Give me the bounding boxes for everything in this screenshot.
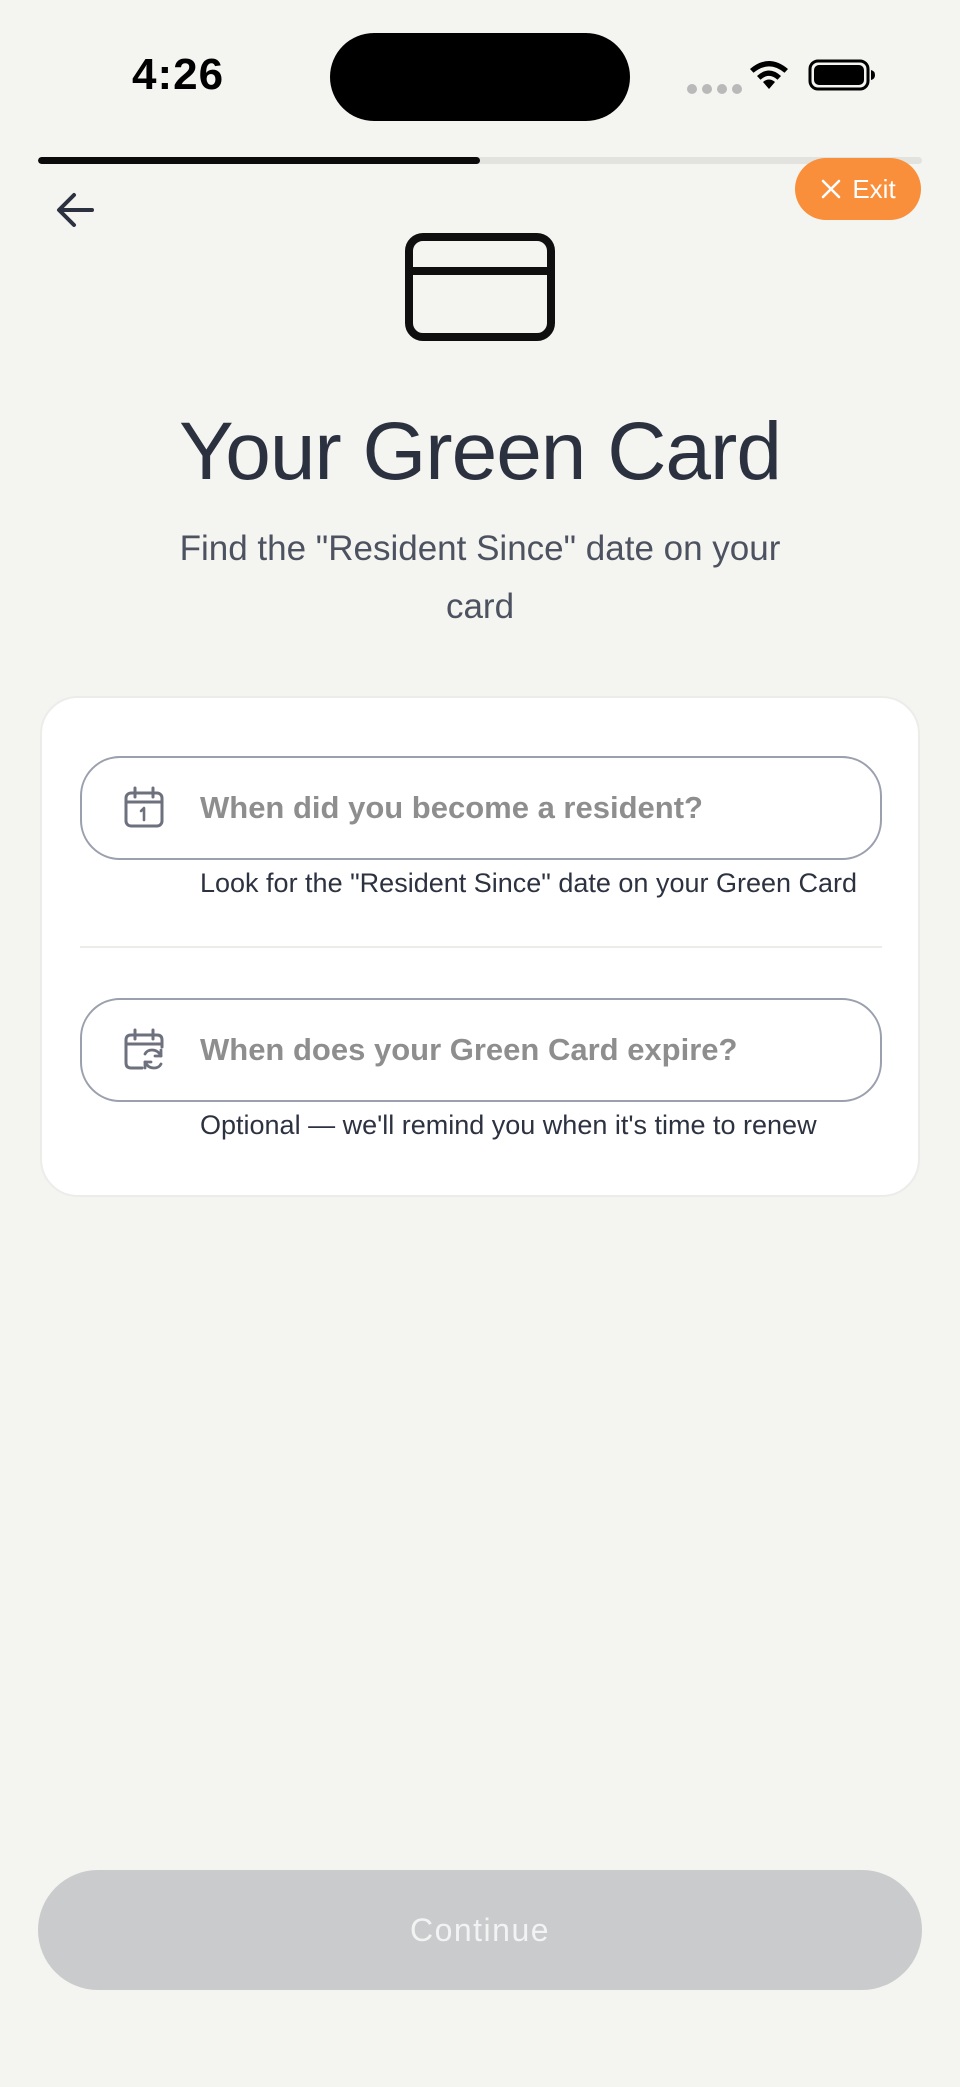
resident-since-placeholder: When did you become a resident? (200, 790, 703, 825)
close-icon (822, 179, 841, 199)
green-card-screen: 4:26 Exit Your Green Card Find the "Resi… (0, 0, 960, 2087)
exit-label: Exit (852, 173, 896, 204)
back-button[interactable] (52, 186, 100, 234)
expiration-date-field[interactable]: When does your Green Card expire? (80, 998, 882, 1102)
dynamic-island (330, 33, 630, 121)
page-title: Your Green Card (179, 406, 782, 497)
battery-icon (808, 59, 875, 91)
field-divider (80, 946, 882, 948)
status-time: 4:26 (132, 50, 225, 99)
cellular-signal-icon (687, 84, 742, 94)
continue-button[interactable]: Continue (38, 1870, 922, 1990)
credit-card-icon (405, 233, 555, 341)
exit-button[interactable]: Exit (795, 158, 921, 220)
resident-since-date-field[interactable]: When did you become a resident? (80, 756, 882, 860)
date-form-card: When did you become a resident? Look for… (40, 696, 920, 1197)
calendar-refresh-icon (124, 1028, 164, 1070)
page-subtitle: Find the "Resident Since" date on your c… (179, 529, 781, 626)
wifi-icon (750, 61, 788, 89)
progress-bar (38, 157, 922, 164)
calendar-icon (124, 786, 164, 828)
progress-bar-fill (38, 157, 480, 164)
resident-since-helper-text: Look for the "Resident Since" date on yo… (200, 868, 858, 898)
expiration-helper-text: Optional — we'll remind you when it's ti… (200, 1110, 817, 1140)
arrow-left-icon (57, 193, 94, 227)
expiration-date-placeholder: When does your Green Card expire? (200, 1032, 738, 1067)
